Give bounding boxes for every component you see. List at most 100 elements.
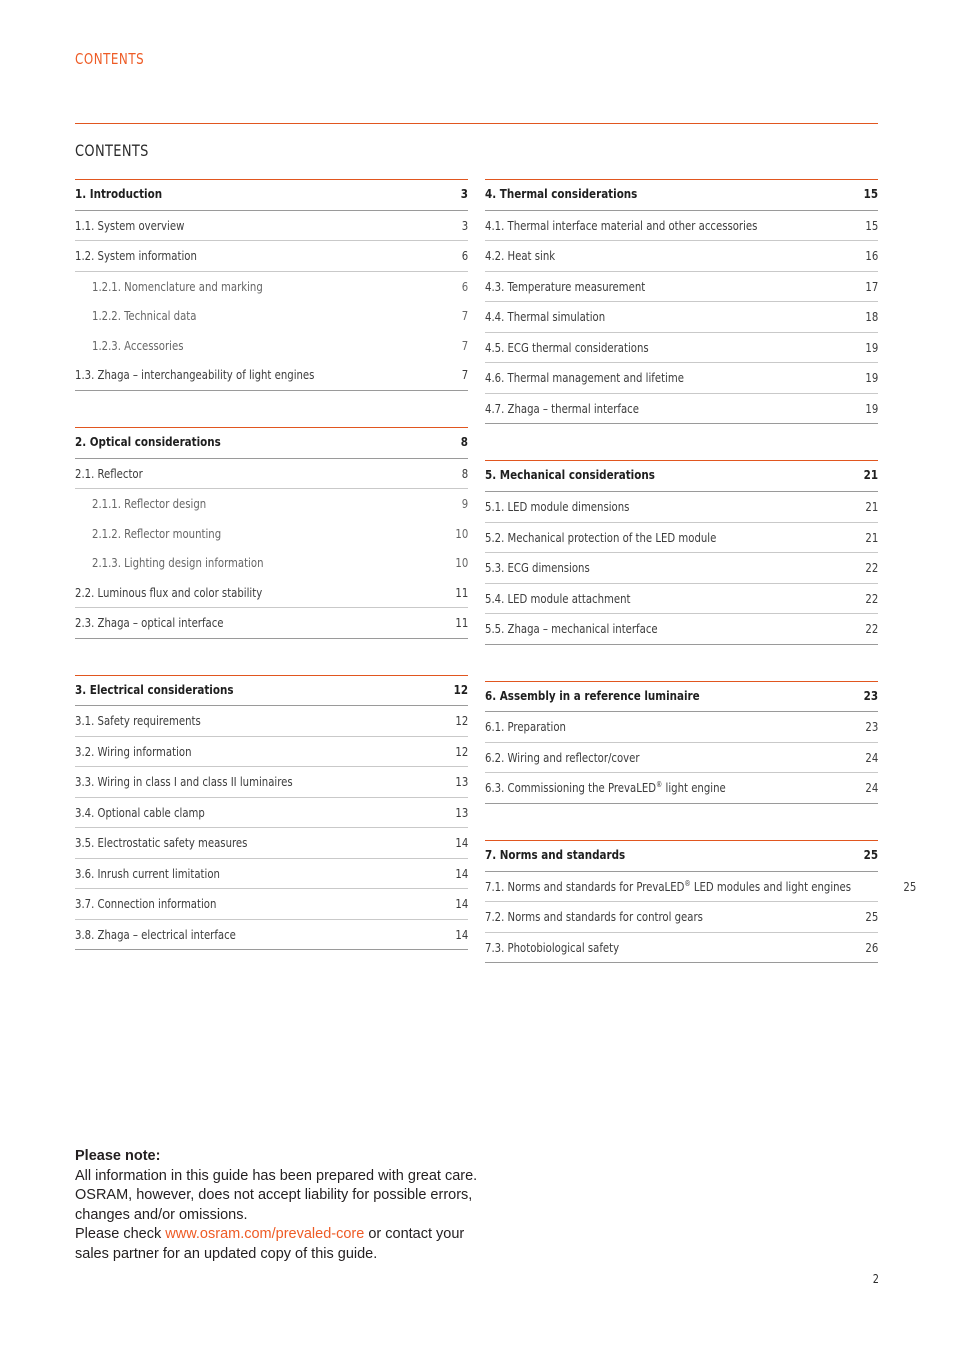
toc-group: 6. Assembly in a reference luminaire 23 6.… xyxy=(485,680,878,804)
toc-entry-level-2[interactable]: 5.4. LED module attachment 22 xyxy=(485,584,878,615)
osram-website-link[interactable]: www.osram.com/prevaled-core xyxy=(165,1226,364,1242)
toc-entry-page-number: 17 xyxy=(865,278,878,294)
toc-group: 3. Electrical considerations 12 3.1. Safet… xyxy=(75,674,468,951)
toc-entry-page-number: 24 xyxy=(865,749,878,765)
toc-entry-page-number: 3 xyxy=(460,187,468,202)
toc-entry-page-number: 7 xyxy=(461,308,468,324)
toc-entry-level-2[interactable]: 3.2. Wiring information 12 xyxy=(75,737,468,768)
toc-entry-level-2[interactable]: 1.1. System overview 3 xyxy=(75,211,468,242)
toc-entry-label: 2.1.3. Lighting design information xyxy=(92,555,264,571)
toc-entry-page-number: 14 xyxy=(455,865,468,881)
document-page: CONTENTS CONTENTS 1. Introduction 3 1.1. S… xyxy=(0,0,954,1350)
toc-entry-label: 4.2. Heat sink xyxy=(485,248,556,264)
toc-entry-level-2[interactable]: 5.5. Zhaga – mechanical interface 22 xyxy=(485,614,878,645)
toc-entry-level-3[interactable]: 2.1.3. Lighting design information 10 xyxy=(75,548,468,578)
toc-entry-level-3[interactable]: 1.2.2. Technical data 7 xyxy=(75,301,468,331)
toc-entry-page-number: 7 xyxy=(461,337,468,353)
running-header: CONTENTS xyxy=(75,50,145,68)
toc-right-column: 4. Thermal considerations 15 4.1. Thermal … xyxy=(485,179,916,964)
toc-entry-level-2[interactable]: 7.2. Norms and standards for control gea… xyxy=(485,902,878,933)
toc-entry-page-number: 25 xyxy=(863,847,878,863)
toc-entry-level-2[interactable]: 3.4. Optional cable clamp 13 xyxy=(75,798,468,829)
toc-entry-level-2[interactable]: 4.1. Thermal interface material and othe… xyxy=(485,211,878,242)
toc-entry-level-3[interactable]: 2.1.1. Reflector design 9 xyxy=(75,489,468,519)
toc-entry-level-1[interactable]: 6. Assembly in a reference luminaire 23 xyxy=(485,682,878,713)
note-line-2: OSRAM, however, does not accept liabilit… xyxy=(75,1187,473,1204)
toc-entry-label: 7.2. Norms and standards for control gea… xyxy=(485,909,703,925)
toc-entry-page-number: 10 xyxy=(455,525,468,541)
toc-entry-level-2[interactable]: 7.3. Photobiological safety 26 xyxy=(485,933,878,964)
note-line-1: All information in this guide has been p… xyxy=(75,1167,478,1184)
toc-entry-level-3[interactable]: 1.2.3. Accessories 7 xyxy=(75,331,468,361)
toc-entry-level-2[interactable]: 4.3. Temperature measurement 17 xyxy=(485,272,878,303)
toc-entry-label: 4.4. Thermal simulation xyxy=(485,309,606,325)
toc-entry-page-number: 12 xyxy=(453,682,468,698)
toc-entry-page-number: 21 xyxy=(863,468,878,484)
toc-entry-level-3[interactable]: 1.2.1. Nomenclature and marking 6 xyxy=(75,272,468,302)
toc-entry-level-2[interactable]: 6.1. Preparation 23 xyxy=(485,712,878,743)
toc-entry-level-2[interactable]: 4.2. Heat sink 16 xyxy=(485,241,878,272)
toc-entry-level-2[interactable]: 3.5. Electrostatic safety measures 14 xyxy=(75,828,468,859)
toc-entry-level-2[interactable]: 5.3. ECG dimensions 22 xyxy=(485,553,878,584)
toc-entry-level-2[interactable]: 2.1. Reflector 8 xyxy=(75,459,468,490)
toc-group: 2. Optical considerations 8 2.1. Reflector… xyxy=(75,426,468,639)
toc-entry-label: 6. Assembly in a reference luminaire xyxy=(485,688,700,704)
toc-entry-page-number: 22 xyxy=(865,590,878,606)
toc-entry-level-2[interactable]: 5.2. Mechanical protection of the LED mo… xyxy=(485,523,878,554)
toc-entry-level-2[interactable]: 2.2. Luminous flux and color stability 11 xyxy=(75,578,468,609)
toc-entry-page-number: 22 xyxy=(865,621,878,637)
toc-entry-level-2[interactable]: 1.3. Zhaga – interchangeability of light… xyxy=(75,360,468,391)
toc-entry-label: 2.3. Zhaga – optical interface xyxy=(75,615,224,631)
registered-trademark-symbol: ® xyxy=(684,878,691,888)
toc-entry-level-1[interactable]: 2. Optical considerations 8 xyxy=(75,428,468,459)
toc-entry-level-1[interactable]: 7. Norms and standards 25 xyxy=(485,841,878,872)
note-line-4: Please check www.osram.com/prevaled-core… xyxy=(75,1225,595,1245)
toc-entry-page-number: 6 xyxy=(461,278,468,294)
toc-entry-page-number: 3 xyxy=(461,217,468,233)
toc-entry-label: 3.1. Safety requirements xyxy=(75,713,201,729)
toc-entry-level-2[interactable]: 4.4. Thermal simulation 18 xyxy=(485,302,878,333)
toc-entry-level-2[interactable]: 3.1. Safety requirements 12 xyxy=(75,706,468,737)
toc-entry-level-1[interactable]: 1. Introduction 3 xyxy=(75,180,468,211)
toc-entry-level-1[interactable]: 5. Mechanical considerations 21 xyxy=(485,461,878,493)
toc-entry-level-1[interactable]: 4. Thermal considerations 15 xyxy=(485,180,878,211)
toc-entry-label: 3.5. Electrostatic safety measures xyxy=(75,835,248,851)
toc-entry-page-number: 16 xyxy=(865,248,878,264)
toc-entry-level-2[interactable]: 3.7. Connection information 14 xyxy=(75,889,468,920)
toc-group: 4. Thermal considerations 15 4.1. Thermal … xyxy=(485,179,878,425)
toc-entry-level-2[interactable]: 5.1. LED module dimensions 21 xyxy=(485,492,878,523)
toc-entry-label: 7.3. Photobiological safety xyxy=(485,939,620,955)
registered-trademark-symbol: ® xyxy=(656,780,663,790)
toc-entry-label: 5.2. Mechanical protection of the LED mo… xyxy=(485,529,717,545)
toc-entry-level-2[interactable]: 4.6. Thermal management and lifetime 19 xyxy=(485,363,878,394)
toc-entry-level-1[interactable]: 3. Electrical considerations 12 xyxy=(75,676,468,707)
toc-entry-level-3[interactable]: 2.1.2. Reflector mounting 10 xyxy=(75,519,468,549)
note-line-5: sales partner for an updated copy of thi… xyxy=(75,1245,378,1262)
toc-entry-level-2[interactable]: 3.8. Zhaga – electrical interface 14 xyxy=(75,920,468,951)
toc-entry-level-2[interactable]: 2.3. Zhaga – optical interface 11 xyxy=(75,608,468,639)
toc-entry-level-2[interactable]: 4.7. Zhaga – thermal interface 19 xyxy=(485,394,878,425)
toc-entry-label: 3.4. Optional cable clamp xyxy=(75,804,205,820)
toc-entry-page-number: 19 xyxy=(865,370,878,386)
toc-entry-level-2[interactable]: 6.2. Wiring and reflector/cover 24 xyxy=(485,743,878,774)
toc-group: 1. Introduction 3 1.1. System overview 3 1.2… xyxy=(75,179,468,391)
toc-entry-level-2[interactable]: 3.3. Wiring in class I and class II lumi… xyxy=(75,767,468,798)
toc-entry-level-2[interactable]: 1.2. System information 6 xyxy=(75,241,468,272)
toc-entry-label: 6.1. Preparation xyxy=(485,719,566,735)
toc-entry-label: 1.2. System information xyxy=(75,248,197,264)
toc-entry-label: 3.3. Wiring in class I and class II lumi… xyxy=(75,774,293,790)
toc-entry-page-number: 15 xyxy=(865,217,878,233)
toc-entry-page-number: 19 xyxy=(865,400,878,416)
toc-entry-label: 2.1. Reflector xyxy=(75,465,143,481)
toc-entry-label: 3.6. Inrush current limitation xyxy=(75,865,220,881)
toc-entry-page-number: 14 xyxy=(455,926,468,942)
toc-entry-level-2[interactable]: 4.5. ECG thermal considerations 19 xyxy=(485,333,878,364)
toc-entry-level-2[interactable]: 7.1. Norms and standards for PrevaLED® L… xyxy=(485,872,916,903)
toc-entry-label: 1.3. Zhaga – interchangeability of light… xyxy=(75,367,315,383)
toc-entry-label: 1. Introduction xyxy=(75,187,163,202)
toc-entry-label: 1.1. System overview xyxy=(75,217,185,233)
toc-entry-page-number: 9 xyxy=(461,496,468,512)
note-line-4-suffix: or contact your xyxy=(364,1226,465,1243)
toc-entry-level-2[interactable]: 6.3. Commissioning the PrevaLED® light e… xyxy=(485,773,878,804)
toc-entry-level-2[interactable]: 3.6. Inrush current limitation 14 xyxy=(75,859,468,890)
